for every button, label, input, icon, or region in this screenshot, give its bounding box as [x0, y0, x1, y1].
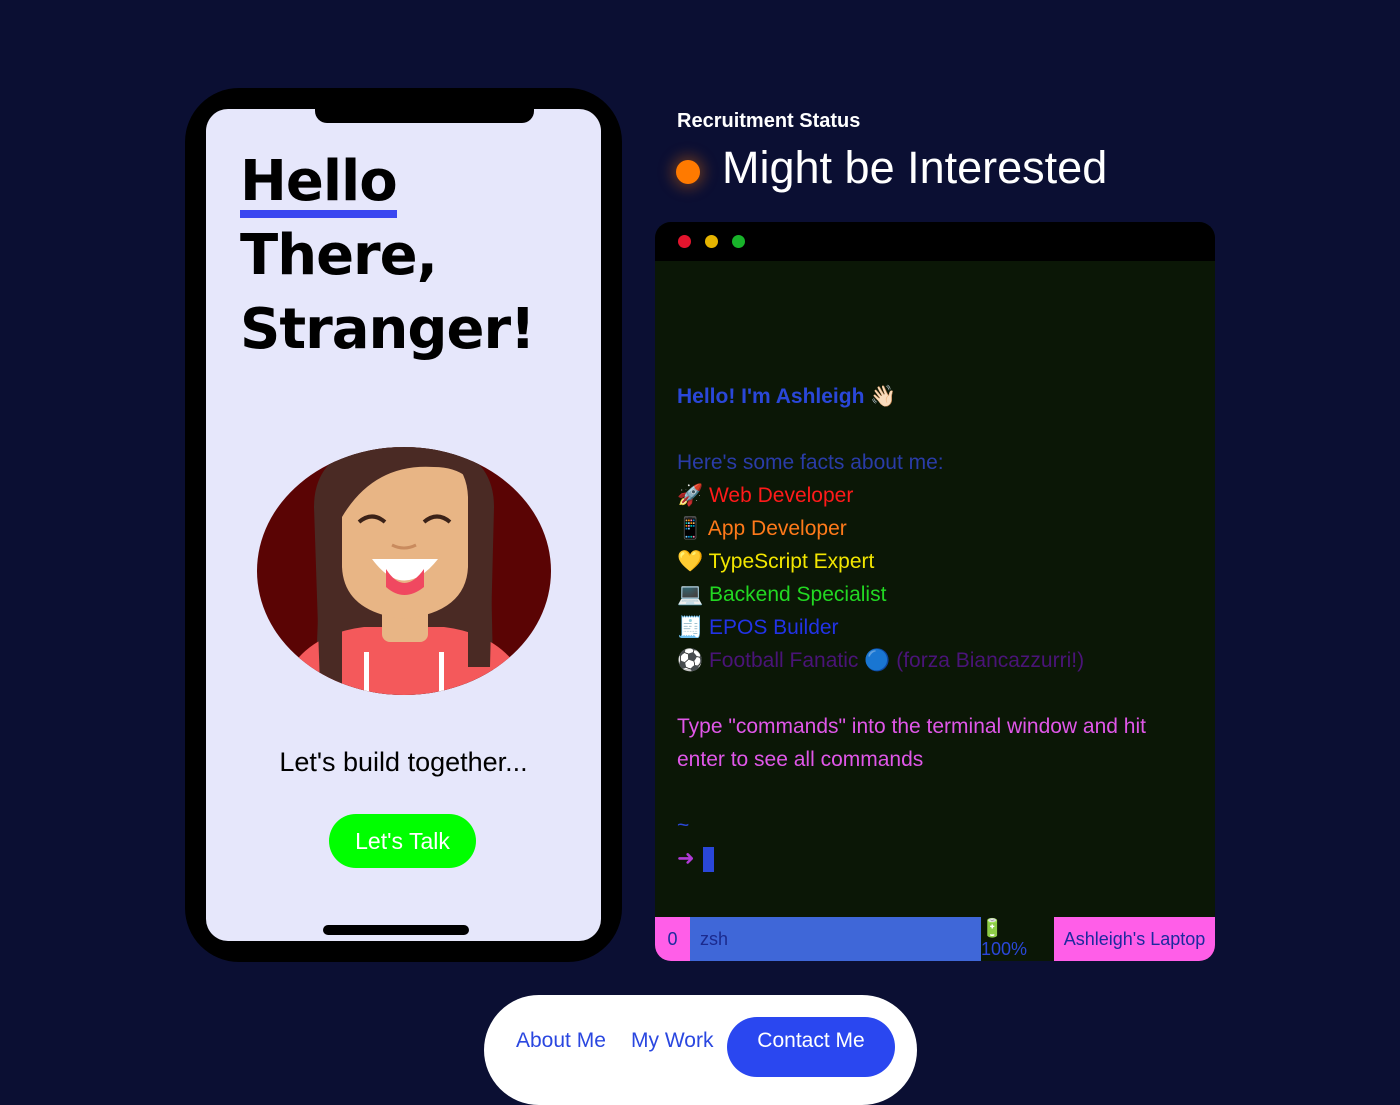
tagline: Let's build together... [279, 747, 528, 777]
window-index: 0 [655, 917, 690, 961]
avatar-illustration [257, 447, 551, 695]
fact-item: ⚽ Football Fanatic 🔵 (forza Biancazzurri… [677, 649, 1085, 672]
heading-line-2: There, [240, 223, 438, 288]
host-name: Ashleigh's Laptop [1054, 917, 1215, 961]
status-indicator-dot [676, 160, 700, 184]
fact-item: 📱 App Developer [677, 517, 847, 540]
hero-heading: Hello There, Stranger! [240, 145, 536, 367]
terminal-window[interactable]: Hello! I'm Ashleigh 👋🏻 Here's some facts… [655, 222, 1215, 961]
terminal-titlebar [655, 222, 1215, 261]
terminal-output: Hello! I'm Ashleigh 👋🏻 Here's some facts… [677, 380, 1197, 875]
recruitment-status-value: Might be Interested [722, 142, 1108, 193]
close-window-button[interactable] [678, 235, 691, 248]
terminal-statusbar: 0 zsh 🔋 100% Ashleigh's Laptop [655, 917, 1215, 961]
prompt-arrow-icon: ➜ [677, 847, 695, 870]
heading-line-3: Stranger! [240, 297, 536, 362]
lets-talk-button[interactable]: Let's Talk [329, 814, 476, 868]
recruitment-status-label: Recruitment Status [677, 110, 861, 132]
nav-my-work[interactable]: My Work [631, 1029, 713, 1053]
shell-name: zsh [690, 917, 981, 961]
phone-mockup: Hello There, Stranger! Let's build toget… [185, 88, 622, 962]
fact-item: 🧾 EPOS Builder [677, 616, 839, 639]
phone-screen: Hello There, Stranger! Let's build toget… [206, 109, 601, 941]
maximize-window-button[interactable] [732, 235, 745, 248]
terminal-prompt[interactable]: ➜ [677, 842, 1197, 875]
battery-status: 🔋 100% [981, 917, 1054, 961]
terminal-cwd: ~ [677, 814, 690, 837]
fact-item: 🚀 Web Developer [677, 484, 854, 507]
phone-notch [315, 109, 534, 123]
heading-line-1: Hello [240, 154, 398, 218]
home-indicator [323, 925, 469, 935]
bottom-nav: About Me My Work Contact Me [484, 995, 917, 1105]
terminal-cursor [702, 846, 714, 872]
facts-heading: Here's some facts about me: [677, 451, 944, 474]
terminal-greeting: Hello! I'm Ashleigh 👋🏻 [677, 385, 897, 408]
nav-about-me[interactable]: About Me [516, 1029, 606, 1053]
nav-contact-me-button[interactable]: Contact Me [727, 1017, 895, 1077]
fact-item: 💻 Backend Specialist [677, 583, 887, 606]
terminal-instruction: Type "commands" into the terminal window… [677, 715, 1146, 771]
fact-item: 💛 TypeScript Expert [677, 550, 875, 573]
minimize-window-button[interactable] [705, 235, 718, 248]
